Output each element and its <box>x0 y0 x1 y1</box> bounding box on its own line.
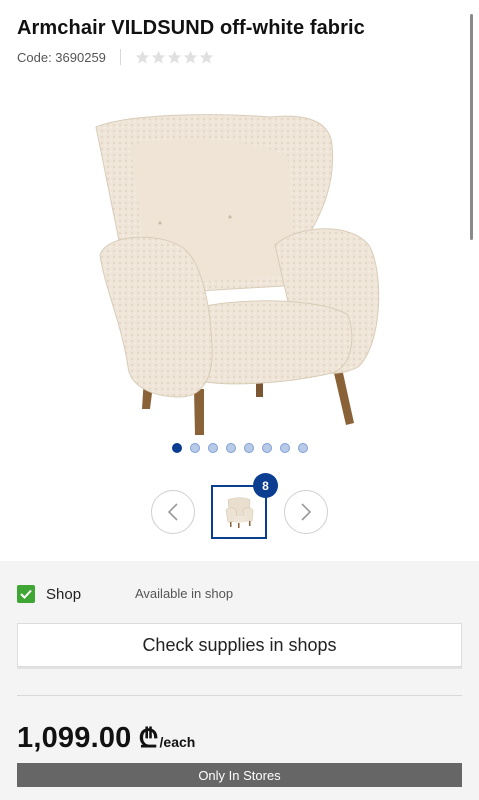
thumbnail-count-badge: 8 <box>253 473 278 498</box>
thumbnail-image <box>225 497 254 528</box>
gallery-dot[interactable] <box>297 443 308 453</box>
check-supplies-button[interactable]: Check supplies in shops <box>17 623 462 667</box>
gallery-dot[interactable] <box>261 443 272 453</box>
star-icon <box>135 50 150 63</box>
shop-availability-status: Available in shop <box>135 586 234 601</box>
store-only-notice: Only In Stores <box>17 763 462 787</box>
price-amount: 1,099.00 <box>17 722 132 754</box>
gallery-next-button[interactable] <box>284 490 328 534</box>
price: 1,099.00 ₾ /each <box>17 719 195 755</box>
product-code: Code: 3690259 <box>17 49 106 65</box>
gallery-dots[interactable] <box>0 443 479 453</box>
product-image[interactable] <box>70 105 410 440</box>
price-unit: /each <box>159 734 196 750</box>
shop-label: Shop <box>46 585 82 603</box>
star-icon <box>183 50 198 63</box>
gallery-prev-button[interactable] <box>151 490 195 534</box>
rating-stars[interactable] <box>135 50 214 65</box>
product-meta: Code: 3690259 <box>17 48 214 66</box>
currency-symbol: ₾ <box>138 723 159 753</box>
gallery-dot[interactable] <box>207 443 218 453</box>
section-divider <box>17 695 462 696</box>
product-title: Armchair VILDSUND off-white fabric <box>17 17 365 39</box>
gallery-dot[interactable] <box>189 443 200 453</box>
gallery-dot[interactable] <box>225 443 236 453</box>
availability-panel: Shop Available in shop Check supplies in… <box>0 561 479 800</box>
gallery-dot[interactable] <box>243 443 254 453</box>
gallery-dot[interactable] <box>279 443 290 453</box>
star-icon <box>167 50 182 63</box>
gallery-thumbnails: 8 <box>0 473 479 541</box>
chevron-left-icon <box>167 503 178 521</box>
star-icon <box>199 50 214 63</box>
shop-filter[interactable]: Shop <box>17 584 81 604</box>
page-scrollbar[interactable] <box>470 14 473 240</box>
checkbox-checked-icon[interactable] <box>17 585 35 603</box>
meta-divider <box>119 49 121 65</box>
chevron-right-icon <box>301 503 312 521</box>
gallery-dot[interactable] <box>171 443 182 453</box>
star-icon <box>151 50 166 63</box>
